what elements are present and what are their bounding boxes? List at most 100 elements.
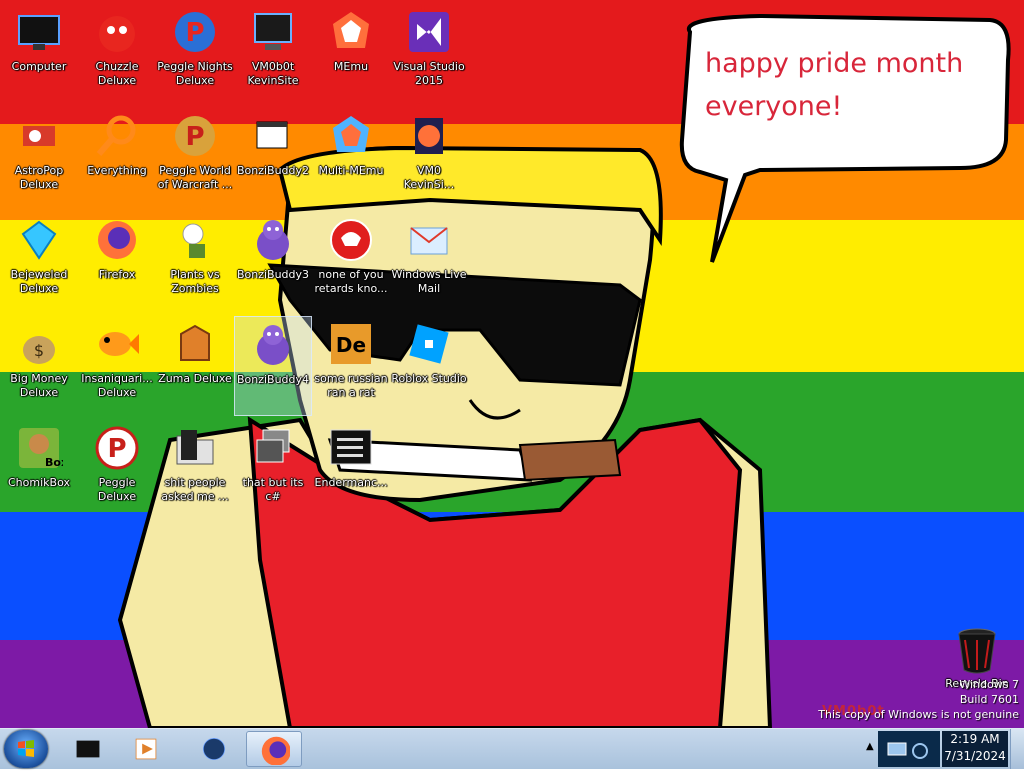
speech-bubble-text: happy pride month everyone! (705, 48, 964, 122)
desktop-icon-label: Computer (11, 60, 67, 73)
desktop-icon-shit-people-asked-me[interactable]: shit people asked me ... (156, 420, 234, 520)
desktop-icon-bonzibuddy3[interactable]: BonziBuddy3 (234, 212, 312, 312)
visual-studio-icon (409, 12, 449, 52)
desktop-icon-roblox-studio[interactable]: Roblox Studio (390, 316, 468, 416)
desktop-icon-label: Zuma Deluxe (158, 372, 232, 385)
desktop-icon-computer[interactable]: Computer (0, 4, 78, 104)
desktop-icon-label: Peggle Nights Deluxe (157, 60, 233, 87)
desktop-icon-windows-live-mail[interactable]: Windows Live Mail (390, 212, 468, 312)
svg-text:P: P (185, 122, 204, 152)
desktop-icon-label: Visual Studio 2015 (393, 60, 465, 87)
desktop-icon-label: Firefox (98, 268, 136, 281)
console-window-icon (330, 429, 372, 465)
desktop-icon-some-russian-ran-a-rat[interactable]: De some russian ran a rat (312, 316, 390, 416)
money-bag-icon: $ (23, 336, 55, 364)
desktop-icon-zuma-deluxe[interactable]: Zuma Deluxe (156, 316, 234, 416)
watermark-os-name: Windows 7 (959, 678, 1019, 691)
desktop-icon-label: VM0 KevinSi... (403, 164, 455, 191)
everything-search-icon (96, 115, 136, 156)
desktop-icon-that-but-its-c[interactable]: that but its c# (234, 420, 312, 520)
desktop-icon-label: Roblox Studio (391, 372, 467, 385)
watermark-build: Build 7601 (959, 693, 1019, 706)
computer-icon (18, 15, 60, 50)
desktop-icon-label: that but its c# (242, 476, 304, 503)
taskbar-button-black-box-app[interactable] (60, 731, 116, 767)
desktop-icon-label: BonziBuddy3 (236, 268, 310, 281)
windows-genuine-watermark: Windows 7 Build 7601 This copy of Window… (818, 677, 1019, 722)
taskbar-clock[interactable]: 2:19 AM 7/31/2024 (942, 731, 1008, 767)
astropop-icon (23, 126, 55, 146)
desktop-icon-big-money-deluxe[interactable]: $ Big Money Deluxe (0, 316, 78, 416)
desktop-icon-label: MEmu (333, 60, 369, 73)
black-box-app-icon (76, 740, 100, 758)
watermark-not-genuine: This copy of Windows is not genuine (818, 708, 1019, 721)
roblox-studio-icon (409, 324, 449, 364)
desktop-icon-vm0b0t-kevinsite[interactable]: VM0b0t KevinSite (234, 4, 312, 104)
desktop-icon-bejeweled-deluxe[interactable]: Bejeweled Deluxe (0, 212, 78, 312)
svg-text:Box: Box (45, 456, 63, 469)
notification-area[interactable] (878, 731, 940, 767)
desktop-icon-visual-studio-2015[interactable]: Visual Studio 2015 (390, 4, 468, 104)
desktop-icon-chomikbox[interactable]: Box ChomikBox (0, 420, 78, 520)
desktop-icon-memu[interactable]: MEmu (312, 4, 390, 104)
windows-live-mail-icon (410, 227, 448, 255)
taskbar-button-globe-app[interactable] (186, 731, 242, 767)
show-hidden-icons-arrow[interactable]: ▲ (866, 741, 874, 752)
desktop-icon-label: Endermanc... (314, 476, 388, 489)
start-button[interactable] (4, 730, 48, 768)
desktop-icon-endermanc[interactable]: Endermanc... (312, 420, 390, 520)
show-desktop-button[interactable] (1010, 729, 1024, 769)
desktop-icon-label: VM0b0t KevinSite (247, 60, 299, 87)
svg-text:De: De (336, 333, 366, 357)
desktop[interactable]: happy pride month everyone! Computer Chuz… (0, 0, 1024, 728)
desktop-icon-insaniquari-deluxe[interactable]: Insaniquari... Deluxe (78, 316, 156, 416)
globe-app-icon (202, 737, 226, 761)
desktop-icon-bonzibuddy2[interactable]: BonziBuddy2 (234, 108, 312, 208)
desktop-icon-multi-memu[interactable]: Multi-MEmu (312, 108, 390, 208)
taskbar: ▲ 2:19 AM 7/31/2024 (0, 728, 1024, 769)
plants-vs-zombies-icon (182, 223, 205, 258)
desktop-icon-firefox[interactable]: Firefox (78, 212, 156, 312)
desktop-icon-label: BonziBuddy4 (236, 373, 310, 386)
desktop-icon-label: Peggle Deluxe (97, 476, 137, 503)
desktop-icon-peggle-nights-deluxe[interactable]: P Peggle Nights Deluxe (156, 4, 234, 104)
firefox-icon (98, 221, 136, 259)
monitor-shortcut-icon (254, 13, 292, 50)
svg-text:$: $ (34, 341, 44, 360)
desktop-icon-bonzibuddy4[interactable]: BonziBuddy4 (234, 316, 312, 416)
desktop-icon-label: Insaniquari... Deluxe (81, 372, 153, 399)
taskbar-button-media-player[interactable] (118, 731, 174, 767)
desktop-icon-none-of-you-retards-kno[interactable]: none of you retards kno... (312, 212, 390, 312)
bonzi-icon (257, 220, 289, 260)
network-tray-icon (887, 742, 928, 759)
svg-text:P: P (185, 18, 204, 48)
desktop-icon-label: Everything (87, 164, 147, 177)
desktop-icon-plants-vs-zombies[interactable]: Plants vs Zombies (156, 212, 234, 312)
zuma-icon (180, 324, 210, 361)
folder-icon (176, 430, 214, 465)
desktop-icon-vm0-kevinsi[interactable]: VM0 KevinSi... (390, 108, 468, 208)
bejeweled-icon (21, 220, 57, 260)
media-player-icon (135, 738, 157, 760)
desktop-icon-peggle-world-of-warcraft[interactable]: P Peggle World of Warcraft ... (156, 108, 234, 208)
desktop-icon-everything[interactable]: Everything (78, 108, 156, 208)
desktop-icon-chuzzle-deluxe[interactable]: Chuzzle Deluxe (78, 4, 156, 104)
peggle-icon: P (95, 426, 139, 470)
recycle-bin-icon (958, 628, 996, 674)
desktop-icon-label: BonziBuddy2 (236, 164, 310, 177)
clock-date: 7/31/2024 (944, 749, 1006, 763)
desktop-icon-astropop-deluxe[interactable]: AstroPop Deluxe (0, 108, 78, 208)
chuzzle-icon (99, 16, 135, 52)
desktop-icon-label: shit people asked me ... (161, 476, 229, 503)
goldfish-icon (99, 332, 139, 356)
de-app-icon: De (331, 324, 371, 364)
desktop-icon-label: Bejeweled Deluxe (10, 268, 68, 295)
desktop-icon-label: Peggle World of Warcraft ... (157, 164, 233, 191)
memu-icon (333, 12, 369, 48)
taskbar-button-firefox[interactable] (246, 731, 302, 767)
desktop-icon-label: Plants vs Zombies (170, 268, 220, 295)
desktop-icon-label: AstroPop Deluxe (14, 164, 64, 191)
desktop-icon-peggle-deluxe[interactable]: P Peggle Deluxe (78, 420, 156, 520)
clock-time: 2:19 AM (950, 732, 1000, 746)
desktop-icon-label: some russian ran a rat (314, 372, 388, 399)
